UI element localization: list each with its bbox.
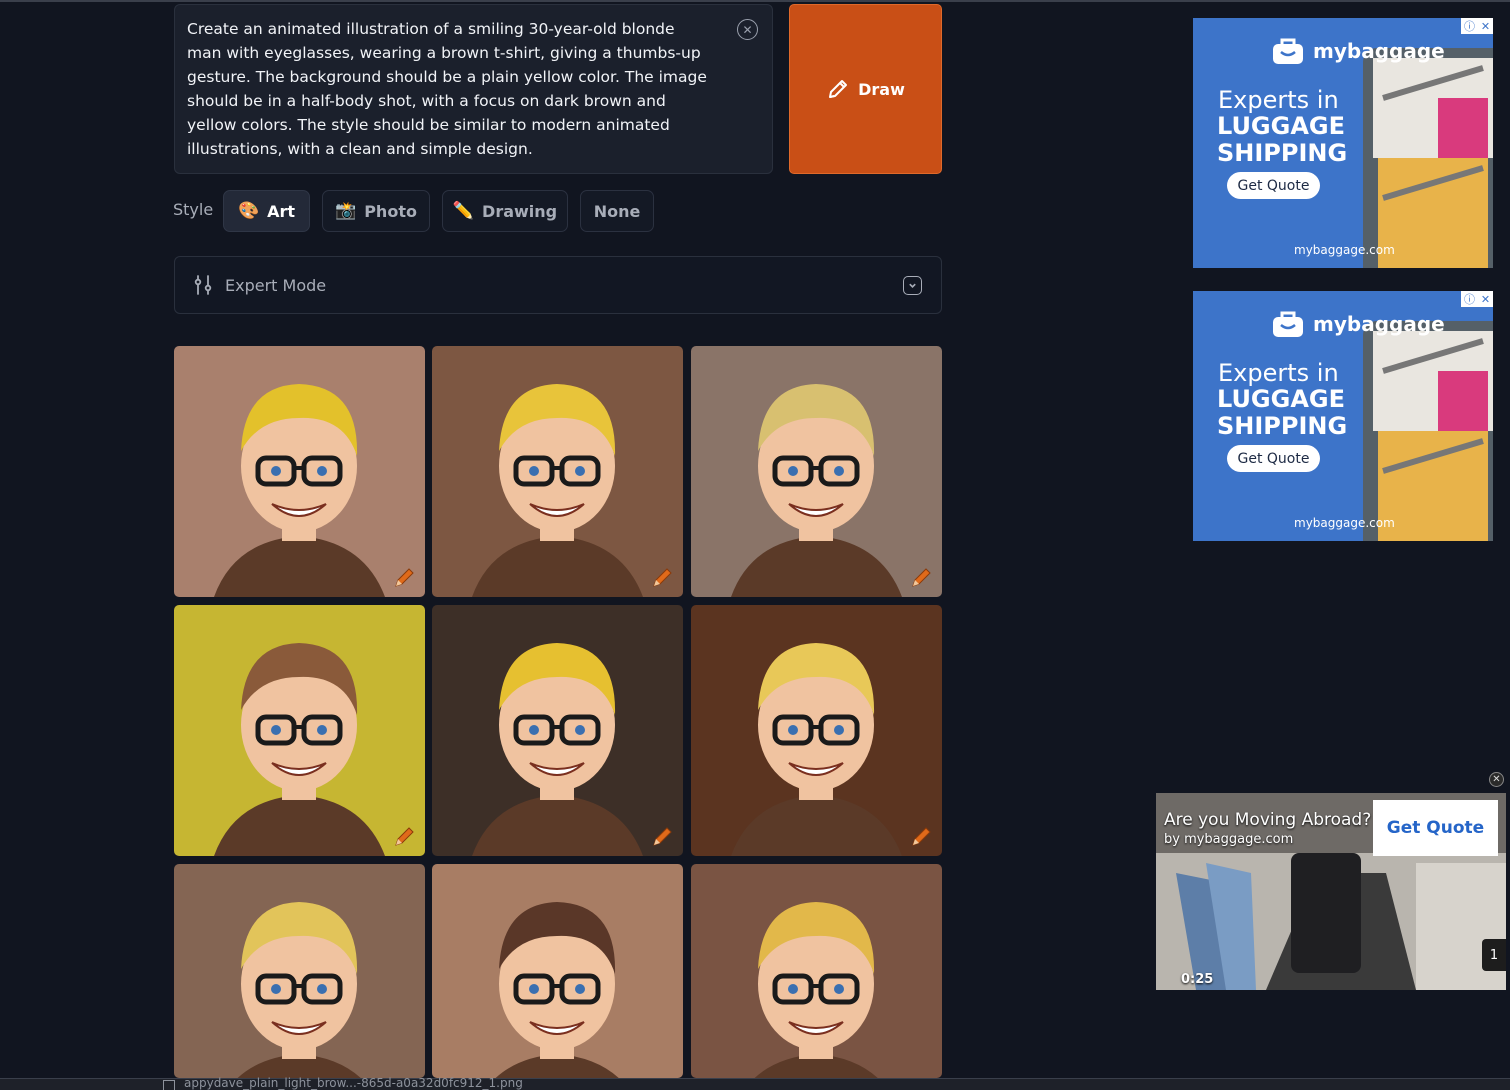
ad-headline-2: LUGGAGE SHIPPING: [1217, 385, 1348, 440]
style-option-label: Photo: [364, 201, 417, 221]
file-icon: [163, 1080, 175, 1090]
gallery-image[interactable]: [432, 864, 683, 1078]
close-icon[interactable]: ✕: [1489, 772, 1504, 787]
brand-logo: mybaggage: [1271, 309, 1445, 339]
pencil-edit-icon[interactable]: [910, 565, 934, 589]
palette-icon: 🎨: [237, 201, 260, 221]
pencil-edit-icon[interactable]: [651, 824, 675, 848]
bag-icon: [1273, 38, 1303, 64]
expert-mode-label: Expert Mode: [225, 275, 327, 295]
prompt-text[interactable]: Create an animated illustration of a smi…: [187, 17, 712, 161]
portrait-illustration: [174, 605, 425, 856]
chevron-down-icon[interactable]: [903, 276, 922, 295]
gallery-image[interactable]: [691, 346, 942, 597]
style-option-label: Art: [267, 201, 296, 221]
gallery-image[interactable]: [691, 605, 942, 856]
ad-banner-2[interactable]: mybaggage Experts in LUGGAGE SHIPPING Ge…: [1193, 291, 1493, 541]
portrait-illustration: [432, 605, 683, 856]
download-filename[interactable]: appydave_plain_light_brow...-865d-a0a32d…: [184, 1076, 523, 1090]
portrait-illustration: [691, 605, 942, 856]
gallery-image[interactable]: [174, 864, 425, 1078]
portrait-illustration: [174, 346, 425, 597]
portrait-illustration: [432, 864, 683, 1078]
ad-headline-1: Experts in: [1218, 359, 1339, 387]
video-ad[interactable]: Are you Moving Abroad? by mybaggage.com …: [1156, 793, 1506, 990]
pencil-emoji-icon: ✏️: [452, 201, 475, 221]
style-option-none[interactable]: None: [580, 190, 654, 232]
draw-label: Draw: [858, 79, 905, 99]
pencil-edit-icon[interactable]: [393, 824, 417, 848]
portrait-illustration: [691, 346, 942, 597]
sliders-icon: [194, 275, 212, 295]
style-label: Style: [173, 200, 214, 219]
video-get-quote-button[interactable]: Get Quote: [1373, 800, 1498, 856]
style-option-photo[interactable]: 📸 Photo: [322, 190, 430, 232]
pencil-edit-icon[interactable]: [651, 565, 675, 589]
video-timer: 0:25: [1181, 972, 1214, 987]
style-option-label: Drawing: [482, 201, 558, 221]
video-ad-count: 1: [1482, 939, 1506, 971]
expert-mode-toggle[interactable]: Expert Mode: [174, 256, 942, 314]
gallery-image[interactable]: [432, 605, 683, 856]
style-option-label: None: [593, 201, 641, 221]
draw-button[interactable]: Draw: [789, 4, 942, 174]
camera-icon: 📸: [335, 201, 357, 221]
style-option-drawing[interactable]: ✏️ Drawing: [442, 190, 568, 232]
brand-name: mybaggage: [1313, 39, 1445, 63]
ad-headline-1: Experts in: [1218, 86, 1339, 114]
gallery-image[interactable]: [174, 346, 425, 597]
brand-name: mybaggage: [1313, 312, 1445, 336]
ad-headline-2: LUGGAGE SHIPPING: [1217, 112, 1348, 167]
gallery-image[interactable]: [432, 346, 683, 597]
adchoices-icon[interactable]: ⓘ ✕: [1461, 291, 1493, 307]
download-bar: appydave_plain_light_brow...-865d-a0a32d…: [0, 1076, 1510, 1090]
pencil-edit-icon[interactable]: [910, 824, 934, 848]
video-byline: by mybaggage.com: [1164, 832, 1294, 847]
bag-icon: [1273, 311, 1303, 337]
ad-domain: mybaggage.com: [1294, 243, 1395, 257]
brand-logo: mybaggage: [1271, 36, 1445, 66]
ad-domain: mybaggage.com: [1294, 516, 1395, 530]
prompt-textarea[interactable]: Create an animated illustration of a smi…: [174, 4, 773, 174]
gallery-image[interactable]: [691, 864, 942, 1078]
top-border: [0, 0, 1510, 2]
portrait-illustration: [432, 346, 683, 597]
portrait-illustration: [174, 864, 425, 1078]
pencil-edit-icon[interactable]: [393, 565, 417, 589]
ad-banner-1[interactable]: mybaggage Experts in LUGGAGE SHIPPING Ge…: [1193, 18, 1493, 268]
gallery-image[interactable]: [174, 605, 425, 856]
close-circle-icon[interactable]: ✕: [737, 19, 758, 40]
adchoices-icon[interactable]: ⓘ ✕: [1461, 18, 1493, 34]
video-title: Are you Moving Abroad?: [1164, 810, 1372, 830]
pencil-icon: [829, 80, 848, 98]
get-quote-button[interactable]: Get Quote: [1227, 172, 1320, 199]
get-quote-button[interactable]: Get Quote: [1227, 445, 1320, 472]
style-option-art[interactable]: 🎨 Art: [223, 190, 310, 232]
portrait-illustration: [691, 864, 942, 1078]
